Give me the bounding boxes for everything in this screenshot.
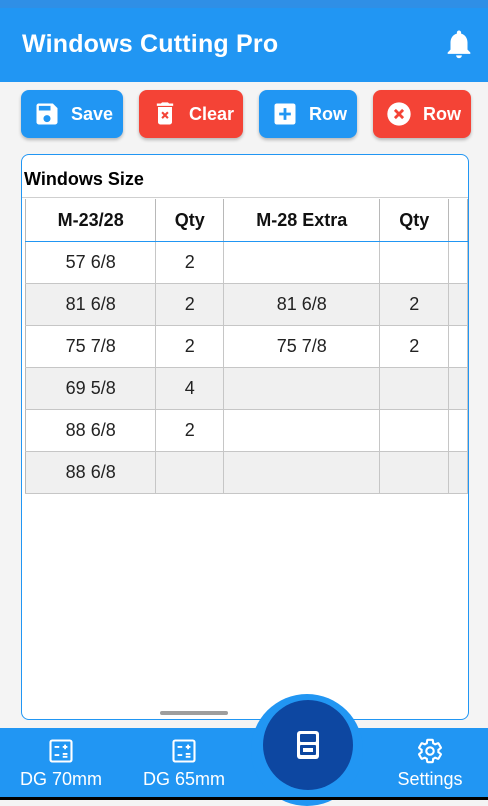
table-cell[interactable]: 57 6/8 <box>24 241 157 284</box>
table-cell[interactable] <box>223 367 381 410</box>
calculator-fab-button[interactable] <box>263 700 353 790</box>
trash-icon <box>156 102 174 125</box>
nav-settings[interactable]: Settings <box>388 728 472 800</box>
table-cell[interactable] <box>379 241 450 284</box>
header-m-23-28[interactable]: M-23/28 <box>24 199 157 242</box>
horizontal-scrollbar[interactable] <box>160 711 228 715</box>
calculator-icon <box>49 739 73 763</box>
calculator-icon <box>297 731 319 759</box>
status-bar <box>0 0 488 8</box>
bell-icon[interactable] <box>442 26 476 62</box>
add-row-button[interactable]: Row <box>259 90 357 138</box>
table-cell[interactable] <box>379 367 450 410</box>
nav-label: Settings <box>397 769 463 789</box>
table-cell[interactable]: 81 6/8 <box>24 283 157 326</box>
table-cell[interactable] <box>379 409 450 452</box>
save-button[interactable]: Save <box>21 90 123 138</box>
cancel-icon <box>387 102 411 126</box>
calculator-icon <box>172 739 196 763</box>
table-cell[interactable]: 81 6/8 <box>223 283 381 326</box>
table-cell[interactable] <box>448 325 468 368</box>
table-cell[interactable] <box>155 451 225 494</box>
save-icon <box>36 103 58 125</box>
header-extra[interactable] <box>448 199 468 242</box>
remove-row-button[interactable]: Row <box>373 90 471 138</box>
header-qty-1[interactable]: Qty <box>155 199 225 242</box>
clear-label: Clear <box>189 103 235 124</box>
table-cell[interactable] <box>448 409 468 452</box>
table-row: 57 6/8 2 <box>24 241 468 284</box>
nav-dg-70mm[interactable]: DG 70mm <box>12 728 110 800</box>
table-header-row: M-23/28 Qty M-28 Extra Qty <box>24 199 468 242</box>
table-cell[interactable] <box>379 451 450 494</box>
nav-label: DG 70mm <box>19 769 102 789</box>
add-box-icon <box>274 103 296 125</box>
clear-button[interactable]: Clear <box>139 90 243 138</box>
table-cell[interactable] <box>223 241 381 284</box>
windows-size-card: Windows Size M-23/28 Qty M-28 Extra Qty … <box>21 154 469 720</box>
table-cell[interactable]: 2 <box>155 283 225 326</box>
table-row: 88 6/8 <box>24 451 468 494</box>
bottom-navigation: DG 70mm DG 65mm Settings <box>0 728 488 800</box>
table-cell[interactable]: 69 5/8 <box>24 367 157 410</box>
app-title: Windows Cutting Pro <box>22 30 279 58</box>
remove-row-label: Row <box>423 103 461 124</box>
table-cell[interactable]: 2 <box>155 409 225 452</box>
table-cell[interactable] <box>448 241 468 284</box>
table-cell[interactable] <box>448 367 468 410</box>
header-m-28-extra[interactable]: M-28 Extra <box>223 199 381 242</box>
table-row: 69 5/8 4 <box>24 367 468 410</box>
table-cell[interactable]: 88 6/8 <box>24 451 157 494</box>
nav-label: DG 65mm <box>142 769 225 789</box>
caption-divider <box>22 197 468 198</box>
save-label: Save <box>71 103 114 124</box>
table-cell[interactable] <box>448 283 468 326</box>
table-cell[interactable] <box>223 409 381 452</box>
table-cell[interactable] <box>223 451 381 494</box>
nav-dg-65mm[interactable]: DG 65mm <box>136 728 232 800</box>
add-row-label: Row <box>309 103 347 124</box>
table-cell[interactable]: 2 <box>155 325 225 368</box>
table-cell[interactable]: 88 6/8 <box>24 409 157 452</box>
table-cell[interactable]: 75 7/8 <box>223 325 381 368</box>
table-cell[interactable]: 2 <box>379 325 450 368</box>
table-row: 88 6/8 2 <box>24 409 468 452</box>
table-cell[interactable]: 2 <box>379 283 450 326</box>
gear-icon <box>418 738 442 764</box>
table-caption: Windows Size <box>24 169 144 189</box>
table-cell[interactable]: 75 7/8 <box>24 325 157 368</box>
app-bar: Windows Cutting Pro <box>0 0 488 82</box>
header-qty-2[interactable]: Qty <box>379 199 450 242</box>
table-row: 75 7/8 2 75 7/8 2 <box>24 325 468 368</box>
table-row: 81 6/8 2 81 6/8 2 <box>24 283 468 326</box>
table-cell[interactable] <box>448 451 468 494</box>
table-cell[interactable]: 2 <box>155 241 225 284</box>
table-cell[interactable]: 4 <box>155 367 225 410</box>
windows-size-table: M-23/28 Qty M-28 Extra Qty 57 6/8 2 81 6… <box>24 199 468 494</box>
